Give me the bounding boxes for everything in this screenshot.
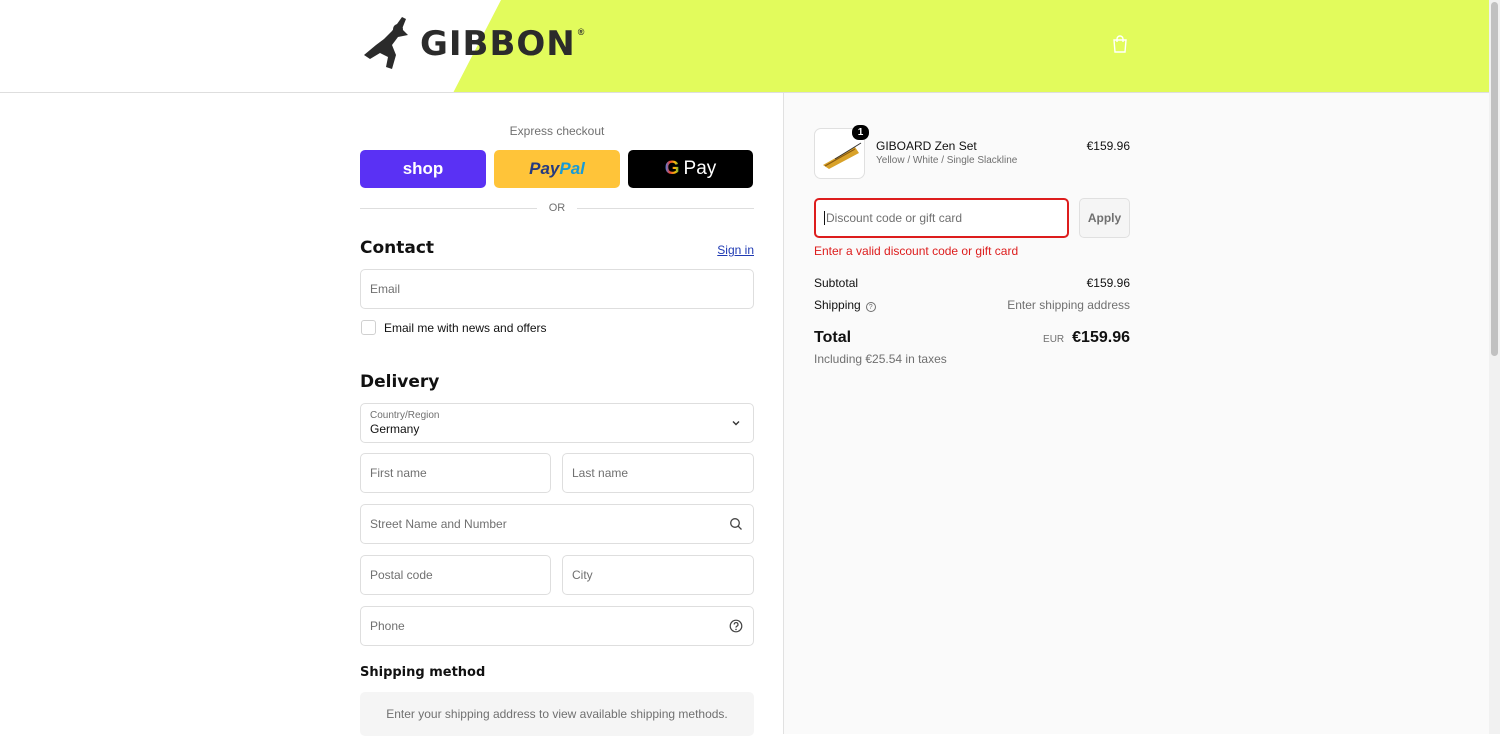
total-amount: €159.96: [1072, 329, 1130, 346]
product-name: GIBOARD Zen Set: [876, 139, 977, 153]
subtotal-value: €159.96: [1086, 276, 1130, 290]
discount-error: Enter a valid discount code or gift card: [814, 244, 1019, 258]
product-price: €159.96: [1086, 139, 1130, 153]
country-label: Country/Region: [370, 410, 440, 421]
phone-field[interactable]: Phone: [360, 606, 754, 646]
total-label: Total: [814, 329, 852, 346]
google-pay-label: Pay: [683, 158, 717, 179]
paypal-button[interactable]: Pay Pal: [494, 150, 620, 188]
brand-name: GIBBON: [420, 24, 576, 64]
last-name-placeholder: Last name: [572, 466, 629, 480]
registered-mark: ®: [577, 27, 585, 37]
quantity-badge: 1: [852, 125, 869, 140]
text-cursor: [824, 211, 825, 225]
shop-pay-label: shop: [402, 159, 444, 178]
shipping-value: Enter shipping address: [1007, 298, 1130, 312]
phone-placeholder: Phone: [370, 619, 405, 633]
shipping-row: Shipping?: [814, 298, 876, 312]
email-placeholder: Email: [370, 282, 401, 296]
shop-pay-button[interactable]: shop: [360, 150, 486, 188]
product-variant: Yellow / White / Single Slackline: [876, 155, 1018, 166]
discount-input[interactable]: Discount code or gift card: [814, 198, 1069, 238]
order-summary-panel: [783, 93, 1489, 734]
street-placeholder: Street Name and Number: [370, 517, 507, 531]
chevron-down-icon: [732, 421, 740, 426]
contact-title: Contact: [360, 238, 435, 258]
email-field[interactable]: Email: [360, 269, 754, 309]
postal-placeholder: Postal code: [370, 568, 433, 582]
or-label: OR: [548, 202, 566, 214]
express-checkout-title: Express checkout: [509, 124, 605, 138]
newsletter-checkbox[interactable]: [361, 320, 376, 335]
total-value: EUR €159.96: [1043, 329, 1130, 347]
google-g-icon: G: [664, 158, 680, 179]
scrollbar-thumb[interactable]: [1491, 2, 1498, 356]
first-name-field[interactable]: First name: [360, 453, 551, 493]
country-value: Germany: [370, 422, 420, 436]
shipping-help-icon[interactable]: ?: [865, 302, 876, 312]
street-field[interactable]: Street Name and Number: [360, 504, 754, 544]
first-name-placeholder: First name: [370, 466, 427, 480]
sign-in-link[interactable]: Sign in: [717, 243, 754, 257]
city-placeholder: City: [572, 568, 593, 582]
tax-note: Including €25.54 in taxes: [814, 352, 947, 366]
last-name-field[interactable]: Last name: [562, 453, 754, 493]
newsletter-option[interactable]: Email me with news and offers: [360, 320, 547, 335]
postal-code-field[interactable]: Postal code: [360, 555, 551, 595]
newsletter-label: Email me with news and offers: [384, 320, 547, 335]
shipping-method-message: Enter your shipping address to view avai…: [386, 707, 728, 721]
apply-button[interactable]: Apply: [1079, 198, 1130, 238]
help-icon[interactable]: [729, 619, 743, 633]
or-divider: OR: [360, 201, 754, 215]
header-accent: [453, 0, 1489, 92]
page-scrollbar[interactable]: [1489, 0, 1500, 734]
delivery-title: Delivery: [360, 372, 440, 392]
shopping-bag-icon[interactable]: [1112, 35, 1128, 53]
paypal-label-b: Pal: [559, 159, 585, 178]
gibbon-icon: [364, 17, 408, 69]
search-icon: [730, 518, 742, 530]
shipping-method-notice: Enter your shipping address to view avai…: [360, 692, 754, 736]
paypal-label-a: Pay: [529, 159, 560, 178]
brand-logo[interactable]: GIBBON ®: [362, 14, 584, 74]
city-field[interactable]: City: [562, 555, 754, 595]
discount-placeholder: Discount code or gift card: [826, 211, 963, 225]
total-currency: EUR: [1043, 334, 1065, 345]
google-pay-button[interactable]: G Pay: [628, 150, 753, 188]
shipping-method-title: Shipping method: [360, 665, 486, 680]
shipping-label: Shipping: [814, 298, 861, 312]
subtotal-label: Subtotal: [814, 276, 859, 290]
site-header: GIBBON ®: [0, 0, 1489, 93]
country-select[interactable]: Country/Region Germany: [360, 403, 754, 443]
